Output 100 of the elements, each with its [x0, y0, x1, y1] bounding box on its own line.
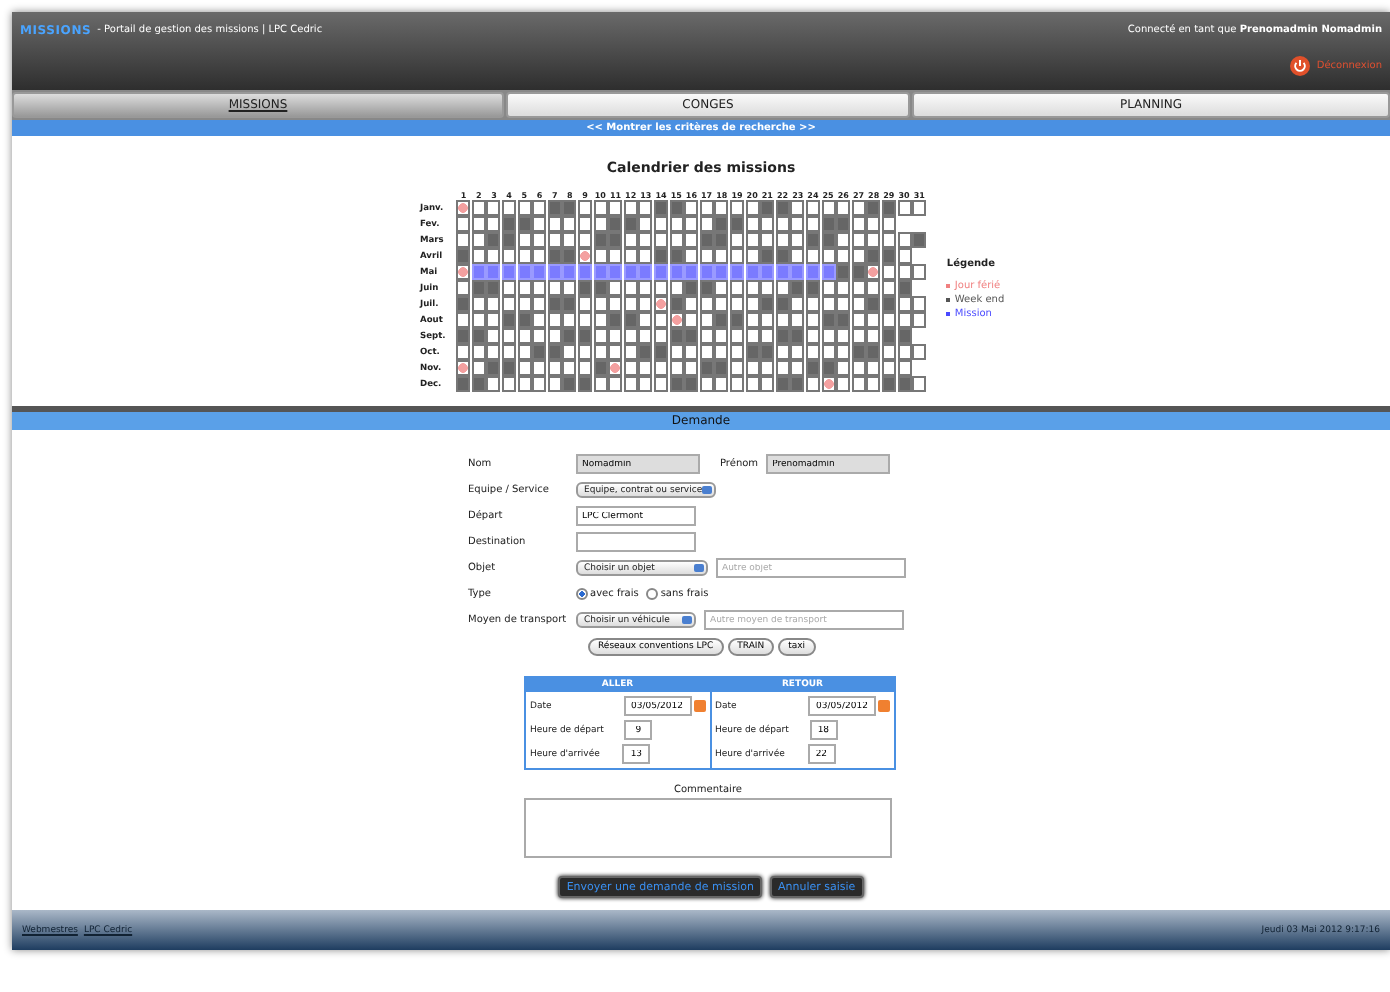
calendar-day[interactable] — [669, 280, 684, 296]
calendar-day[interactable] — [775, 360, 790, 376]
calendar-day[interactable] — [547, 328, 562, 344]
weekend-day[interactable] — [654, 344, 669, 360]
mission-day[interactable] — [623, 264, 638, 280]
mission-day[interactable] — [532, 264, 547, 280]
calendar-day[interactable] — [912, 264, 927, 280]
holiday-day[interactable] — [608, 360, 623, 376]
calendar-day[interactable] — [881, 216, 896, 232]
weekend-day[interactable] — [699, 360, 714, 376]
calendar-day[interactable] — [821, 248, 836, 264]
calendar-day[interactable] — [866, 376, 881, 392]
weekend-day[interactable] — [578, 376, 593, 392]
calendar-day[interactable] — [502, 200, 517, 216]
calendar-day[interactable] — [851, 360, 866, 376]
calendar-day[interactable] — [547, 376, 562, 392]
calendar-day[interactable] — [593, 312, 608, 328]
calendar-day[interactable] — [654, 312, 669, 328]
calendar-day[interactable] — [517, 232, 532, 248]
calendar-day[interactable] — [912, 200, 927, 216]
calendar-day[interactable] — [760, 328, 775, 344]
calendar-day[interactable] — [471, 360, 486, 376]
calendar-day[interactable] — [684, 216, 699, 232]
weekend-day[interactable] — [608, 232, 623, 248]
calendar-day[interactable] — [775, 232, 790, 248]
calendar-day[interactable] — [593, 376, 608, 392]
calendar-day[interactable] — [699, 296, 714, 312]
weekend-day[interactable] — [456, 376, 471, 392]
calendar-day[interactable] — [684, 200, 699, 216]
weekend-day[interactable] — [729, 216, 744, 232]
calendar-day[interactable] — [714, 296, 729, 312]
calendar-day[interactable] — [547, 232, 562, 248]
calendar-day[interactable] — [502, 376, 517, 392]
weekend-day[interactable] — [881, 296, 896, 312]
holiday-day[interactable] — [456, 264, 471, 280]
calendar-day[interactable] — [714, 376, 729, 392]
weekend-day[interactable] — [623, 216, 638, 232]
calendar-day[interactable] — [866, 328, 881, 344]
weekend-day[interactable] — [805, 360, 820, 376]
calendar-day[interactable] — [836, 232, 851, 248]
weekend-day[interactable] — [805, 280, 820, 296]
calendar-day[interactable] — [775, 312, 790, 328]
calendar-day[interactable] — [866, 312, 881, 328]
calendar-day[interactable] — [821, 280, 836, 296]
weekend-day[interactable] — [821, 312, 836, 328]
weekend-day[interactable] — [486, 280, 501, 296]
calendar-day[interactable] — [881, 312, 896, 328]
mission-day[interactable] — [821, 264, 836, 280]
mission-day[interactable] — [669, 264, 684, 280]
calendar-day[interactable] — [532, 200, 547, 216]
calendar-day[interactable] — [456, 344, 471, 360]
calendar-day[interactable] — [699, 216, 714, 232]
weekend-day[interactable] — [517, 312, 532, 328]
calendar-day[interactable] — [851, 312, 866, 328]
weekend-day[interactable] — [699, 232, 714, 248]
calendar-day[interactable] — [912, 376, 927, 392]
calendar-day[interactable] — [745, 328, 760, 344]
calendar-day[interactable] — [471, 296, 486, 312]
calendar-day[interactable] — [684, 344, 699, 360]
calendar-icon[interactable] — [693, 700, 705, 712]
calendar-day[interactable] — [684, 296, 699, 312]
calendar-day[interactable] — [517, 280, 532, 296]
calendar-day[interactable] — [866, 280, 881, 296]
calendar-day[interactable] — [654, 216, 669, 232]
calendar-day[interactable] — [714, 280, 729, 296]
weekend-day[interactable] — [790, 328, 805, 344]
weekend-day[interactable] — [547, 200, 562, 216]
calendar-day[interactable] — [881, 360, 896, 376]
calendar-day[interactable] — [897, 344, 912, 360]
calendar-day[interactable] — [547, 360, 562, 376]
weekend-day[interactable] — [669, 328, 684, 344]
weekend-day[interactable] — [502, 232, 517, 248]
calendar-day[interactable] — [836, 328, 851, 344]
calendar-day[interactable] — [805, 312, 820, 328]
weekend-day[interactable] — [805, 232, 820, 248]
mission-day[interactable] — [547, 264, 562, 280]
weekend-day[interactable] — [456, 248, 471, 264]
calendar-day[interactable] — [486, 216, 501, 232]
weekend-day[interactable] — [881, 200, 896, 216]
calendar-day[interactable] — [729, 360, 744, 376]
calendar-day[interactable] — [638, 328, 653, 344]
calendar-day[interactable] — [699, 344, 714, 360]
calendar-day[interactable] — [638, 280, 653, 296]
calendar-day[interactable] — [532, 376, 547, 392]
calendar-day[interactable] — [760, 232, 775, 248]
weekend-day[interactable] — [517, 216, 532, 232]
calendar-day[interactable] — [851, 200, 866, 216]
calendar-day[interactable] — [775, 344, 790, 360]
calendar-day[interactable] — [562, 280, 577, 296]
weekend-day[interactable] — [547, 296, 562, 312]
calendar-day[interactable] — [517, 248, 532, 264]
mission-day[interactable] — [502, 264, 517, 280]
weekend-day[interactable] — [608, 312, 623, 328]
calendar-day[interactable] — [699, 328, 714, 344]
weekend-day[interactable] — [669, 296, 684, 312]
calendar-day[interactable] — [638, 248, 653, 264]
calendar-day[interactable] — [699, 248, 714, 264]
calendar-day[interactable] — [623, 248, 638, 264]
calendar-day[interactable] — [532, 248, 547, 264]
weekend-day[interactable] — [699, 280, 714, 296]
